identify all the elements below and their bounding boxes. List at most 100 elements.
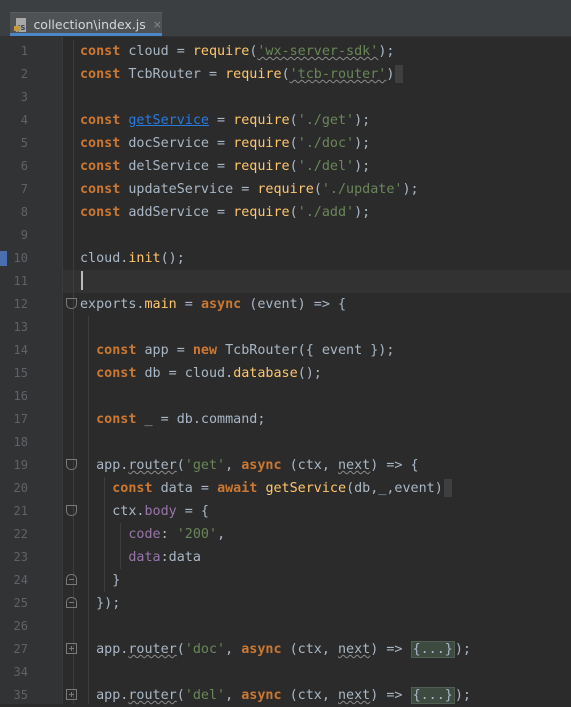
code-token: const	[80, 44, 121, 59]
code-token: updateService =	[120, 182, 258, 197]
code-token: (ctx,	[281, 642, 338, 657]
code-token: next	[338, 688, 371, 703]
line-number: 19	[13, 458, 28, 472]
code-line[interactable]: const addService = require('./add');	[80, 201, 370, 224]
line-number: 12	[13, 297, 28, 311]
code-token: :data	[160, 550, 201, 565]
fold-close-icon[interactable]	[66, 597, 77, 608]
code-token: docService =	[120, 136, 234, 151]
code-token: const	[80, 205, 121, 220]
code-token: ctx.	[80, 504, 145, 519]
code-line[interactable]: const cloud = require('wx-server-sdk');	[80, 40, 394, 63]
code-token: app =	[136, 343, 193, 358]
code-token: db = cloud.	[136, 366, 234, 381]
line-number: 20	[13, 481, 28, 495]
tab-collection-index-js[interactable]: JS collection\index.js ×	[10, 12, 162, 36]
code-token: (db,_,event)	[346, 481, 443, 496]
code-line[interactable]: const delService = require('./del');	[80, 155, 370, 178]
code-token: );	[354, 136, 371, 151]
code-token: require	[233, 113, 290, 128]
line-number: 25	[13, 596, 28, 610]
code-token: });	[80, 596, 121, 611]
folded-region[interactable]: {...}	[410, 641, 455, 658]
code-line[interactable]: const getService = require('./get');	[80, 109, 370, 132]
code-token: getService	[265, 481, 347, 496]
code-token: const	[80, 136, 121, 151]
code-token: ,	[225, 458, 242, 473]
fold-open-icon[interactable]	[66, 459, 77, 470]
code-line[interactable]: });	[80, 592, 120, 615]
code-line[interactable]: const docService = require('./doc');	[80, 132, 370, 155]
code-token: (	[289, 113, 298, 128]
line-number: 10	[13, 251, 28, 265]
code-token: const	[80, 159, 121, 174]
code-token: data =	[152, 481, 218, 496]
code-line[interactable]: exports.main = async (event) => {	[80, 293, 346, 316]
code-token: require	[257, 182, 314, 197]
code-token: require	[225, 67, 282, 82]
line-number: 13	[13, 320, 28, 334]
line-number: 16	[13, 389, 28, 403]
code-token: cloud =	[120, 44, 193, 59]
code-token: TcbRouter({ event });	[217, 343, 395, 358]
code-line[interactable]: const app = new TcbRouter({ event });	[80, 339, 394, 362]
code-token: delService =	[120, 159, 234, 174]
code-token: :	[160, 527, 177, 542]
code-token: router	[128, 688, 177, 703]
fold-close-icon[interactable]	[66, 574, 77, 585]
code-token: async	[241, 688, 282, 703]
code-token: await	[217, 481, 258, 496]
folded-region[interactable]: {...}	[410, 687, 455, 704]
code-token: );	[454, 642, 471, 657]
code-line[interactable]: const db = cloud.database();	[80, 362, 322, 385]
code-token: './update'	[321, 182, 403, 197]
code-token: const	[80, 67, 121, 82]
code-token: async	[241, 642, 282, 657]
text-caret	[81, 271, 83, 290]
line-number: 7	[20, 182, 28, 196]
code-line[interactable]: app.router('get', async (ctx, next) => {	[80, 454, 419, 477]
code-token: (	[281, 67, 290, 82]
code-line[interactable]: cloud.init();	[80, 247, 185, 270]
code-line[interactable]: const _ = db.command;	[80, 408, 265, 431]
code-token: (	[176, 642, 185, 657]
code-token: require	[233, 159, 290, 174]
code-token: (	[176, 688, 185, 703]
fold-expand-icon[interactable]	[66, 643, 77, 654]
code-line[interactable]: ctx.body = {	[80, 500, 209, 523]
code-token: TcbRouter =	[120, 67, 226, 82]
code-line[interactable]: data:data	[80, 546, 201, 569]
line-number: 27	[13, 642, 28, 656]
code-token: (event) => {	[241, 297, 347, 312]
fold-open-icon[interactable]	[66, 298, 77, 309]
code-token: 'wx-server-sdk'	[257, 44, 379, 59]
code-line[interactable]: const updateService = require('./update'…	[80, 178, 419, 201]
fold-expand-icon[interactable]	[66, 689, 77, 700]
code-token: './del'	[297, 159, 355, 174]
code-line[interactable]: }	[80, 569, 120, 592]
code-line[interactable]: app.router('doc', async (ctx, next) => {…	[80, 638, 471, 661]
code-line[interactable]: const data = await getService(db,_,event…	[80, 477, 452, 500]
selection-marker	[395, 65, 404, 83]
code-token: )	[386, 67, 395, 82]
code-token: ) => {	[370, 458, 419, 473]
line-number: 22	[13, 527, 28, 541]
code-token: main	[144, 297, 177, 312]
code-token[interactable]: getService	[128, 113, 209, 128]
code-token: (	[176, 458, 185, 473]
line-number: 23	[13, 550, 28, 564]
line-number: 18	[13, 435, 28, 449]
gutter-divider	[62, 37, 63, 704]
code-token: app.	[80, 642, 129, 657]
code-line[interactable]: const TcbRouter = require('tcb-router')	[80, 63, 404, 86]
code-token: 'tcb-router'	[289, 67, 387, 82]
code-line[interactable]: code: '200',	[80, 523, 225, 546]
code-token: const	[80, 182, 121, 197]
code-token: init	[128, 251, 161, 266]
code-token: 'get'	[184, 458, 226, 473]
fold-open-icon[interactable]	[66, 505, 77, 516]
line-number: 26	[13, 619, 28, 633]
code-token: }	[80, 573, 121, 588]
close-icon[interactable]: ×	[153, 18, 162, 31]
